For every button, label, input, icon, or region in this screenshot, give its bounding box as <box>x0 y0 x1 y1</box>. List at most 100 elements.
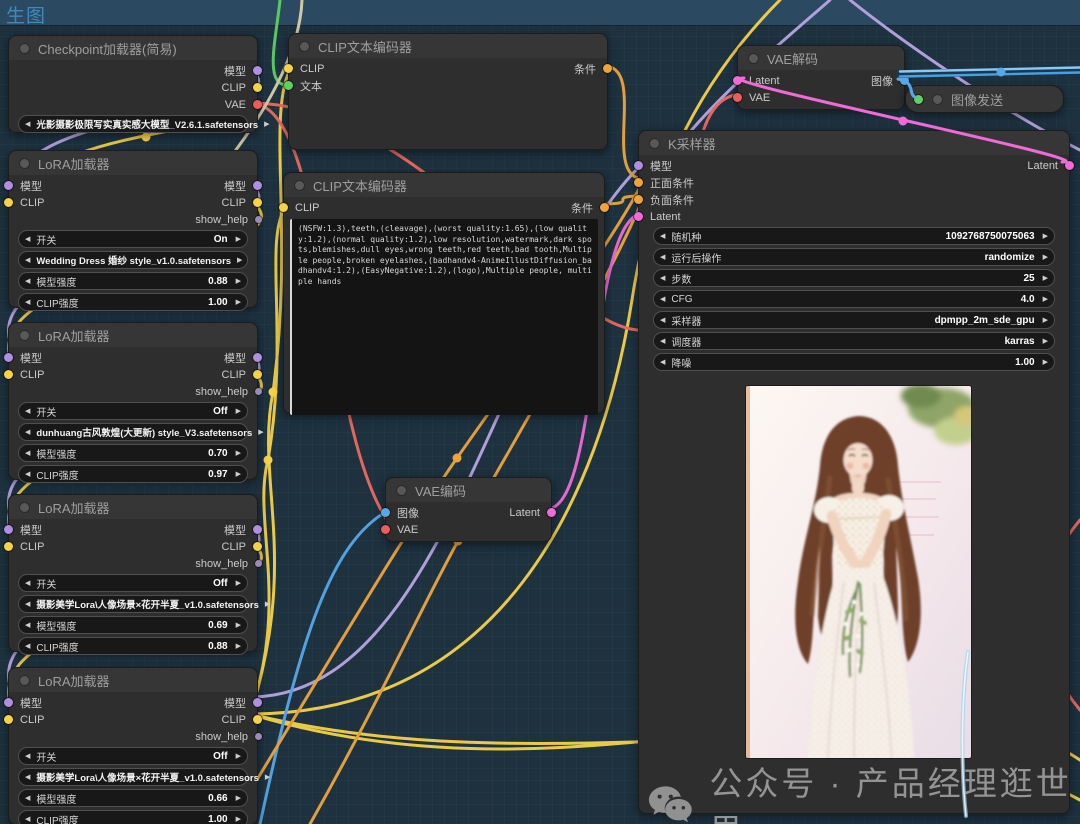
warr[interactable]: ◀ <box>19 752 36 760</box>
node-graph-canvas[interactable]: 生图 <box>0 0 1080 824</box>
模型-port[interactable] <box>253 698 262 707</box>
widget-运行后操作[interactable]: ◀运行后操作randomize▶ <box>653 248 1055 266</box>
widget-CLIP强度[interactable]: ◀CLIP强度1.00▶ <box>18 810 248 824</box>
模型-port[interactable] <box>634 161 643 170</box>
warr[interactable]: ◀ <box>19 449 36 457</box>
node-clip-text-encode-negative[interactable]: CLIP文本编码器 CLIP条件 (NSFW:1.3),teeth,(cleav… <box>283 172 605 414</box>
node-titlebar[interactable]: Checkpoint加载器(简易) <box>9 36 257 60</box>
负面条件-port[interactable] <box>634 195 643 204</box>
warr[interactable]: ◀ <box>654 253 671 261</box>
warr[interactable]: ▶ <box>259 600 276 608</box>
warr[interactable]: ▶ <box>1037 358 1054 366</box>
node-titlebar[interactable]: 图像发送 <box>906 86 1063 112</box>
widget-开关[interactable]: ◀开关Off▶ <box>18 402 248 420</box>
CLIP-port[interactable] <box>253 370 262 379</box>
warr[interactable]: ◀ <box>19 579 36 587</box>
show_help-port[interactable] <box>255 560 262 567</box>
warr[interactable]: ▶ <box>230 470 247 478</box>
widget-CFG[interactable]: ◀CFG4.0▶ <box>653 290 1055 308</box>
node-lora-loader-3[interactable]: LoRA加载器 模型模型CLIPCLIPshow_help ◀开关Off▶◀摄影… <box>8 494 258 652</box>
node-titlebar[interactable]: CLIP文本编码器 <box>289 34 607 58</box>
node-titlebar[interactable]: LoRA加载器 <box>9 495 257 519</box>
widget-开关[interactable]: ◀开关On▶ <box>18 230 248 248</box>
模型-port[interactable] <box>4 698 13 707</box>
widget-CLIP强度[interactable]: ◀CLIP强度0.97▶ <box>18 465 248 483</box>
warr[interactable]: ◀ <box>19 470 36 478</box>
warr[interactable]: ◀ <box>19 642 36 650</box>
warr[interactable]: ▶ <box>230 621 247 629</box>
CLIP-port[interactable] <box>253 715 262 724</box>
widget-随机种[interactable]: ◀随机种1092768750075063▶ <box>653 227 1055 245</box>
模型-port[interactable] <box>4 353 13 362</box>
warr[interactable]: ◀ <box>19 600 36 608</box>
warr[interactable]: ◀ <box>19 407 36 415</box>
node-titlebar[interactable]: VAE编码 <box>386 478 551 502</box>
模型-port[interactable] <box>253 353 262 362</box>
warr[interactable]: ◀ <box>19 235 36 243</box>
CLIP-port[interactable] <box>4 715 13 724</box>
warr[interactable]: ▶ <box>230 298 247 306</box>
warr[interactable]: ◀ <box>19 815 36 823</box>
collapse-dot[interactable] <box>299 41 310 52</box>
widget-combo[interactable]: ◀Wedding Dress 婚纱 style_v1.0.safetensors… <box>18 251 248 269</box>
widget-开关[interactable]: ◀开关Off▶ <box>18 747 248 765</box>
widget-模型强度[interactable]: ◀模型强度0.70▶ <box>18 444 248 462</box>
collapse-dot[interactable] <box>19 158 30 169</box>
collapse-dot[interactable] <box>649 138 660 149</box>
warr[interactable]: ◀ <box>19 428 36 436</box>
node-ksampler[interactable]: K采样器 模型Latent正面条件负面条件Latent ◀随机种10927687… <box>638 130 1070 814</box>
warr[interactable]: ▶ <box>230 407 247 415</box>
node-titlebar[interactable]: K采样器 <box>639 131 1069 155</box>
Latent-port[interactable] <box>733 76 742 85</box>
node-vae-decode[interactable]: VAE解码 Latent图像VAE <box>737 45 905 110</box>
VAE-port[interactable] <box>381 525 390 534</box>
warr[interactable]: ▶ <box>230 235 247 243</box>
warr[interactable]: ◀ <box>654 274 671 282</box>
warr[interactable]: ◀ <box>19 298 36 306</box>
widget-模型强度[interactable]: ◀模型强度0.69▶ <box>18 616 248 634</box>
Latent-port[interactable] <box>547 508 556 517</box>
CLIP-port[interactable] <box>253 83 262 92</box>
widget-combo[interactable]: ◀摄影美学Lora\人像场景×花开半夏_v1.0.safetensors▶ <box>18 768 248 786</box>
collapse-dot[interactable] <box>748 53 759 64</box>
warr[interactable]: ▶ <box>230 449 247 457</box>
widget-combo[interactable]: ◀dunhuang古风敦煌(大更新) style_V3.safetensors▶ <box>18 423 248 441</box>
collapse-dot[interactable] <box>19 330 30 341</box>
widget-步数[interactable]: ◀步数25▶ <box>653 269 1055 287</box>
模型-port[interactable] <box>4 181 13 190</box>
node-titlebar[interactable]: LoRA加载器 <box>9 323 257 347</box>
warr[interactable]: ◀ <box>654 337 671 345</box>
VAE-port[interactable] <box>253 100 262 109</box>
CLIP-port[interactable] <box>253 198 262 207</box>
node-titlebar[interactable]: LoRA加载器 <box>9 151 257 175</box>
warr[interactable]: ◀ <box>19 794 36 802</box>
widget-调度器[interactable]: ◀调度器karras▶ <box>653 332 1055 350</box>
warr[interactable]: ◀ <box>19 120 36 128</box>
widget-combo[interactable]: ◀光影摄影极限写实真实感大模型_V2.6.1.safetensors▶ <box>18 115 248 133</box>
node-vae-encode[interactable]: VAE编码 图像LatentVAE <box>385 477 552 542</box>
widget-combo[interactable]: ◀摄影美学Lora\人像场景×花开半夏_v1.0.safetensors▶ <box>18 595 248 613</box>
warr[interactable]: ▶ <box>230 752 247 760</box>
collapse-dot[interactable] <box>294 180 305 191</box>
正面条件-port[interactable] <box>634 178 643 187</box>
Latent-port[interactable] <box>634 212 643 221</box>
warr[interactable]: ▶ <box>258 120 275 128</box>
show_help-port[interactable] <box>255 733 262 740</box>
warr[interactable]: ▶ <box>1037 232 1054 240</box>
图像-port[interactable] <box>900 76 909 85</box>
widget-CLIP强度[interactable]: ◀CLIP强度1.00▶ <box>18 293 248 311</box>
模型-port[interactable] <box>253 66 262 75</box>
图像-port[interactable] <box>381 508 390 517</box>
collapse-dot[interactable] <box>19 43 30 54</box>
node-lora-loader-1[interactable]: LoRA加载器 模型模型CLIPCLIPshow_help ◀开关On▶◀Wed… <box>8 150 258 308</box>
CLIP-port[interactable] <box>284 64 293 73</box>
模型-port[interactable] <box>4 525 13 534</box>
widget-开关[interactable]: ◀开关Off▶ <box>18 574 248 592</box>
CLIP-port[interactable] <box>253 542 262 551</box>
warr[interactable]: ◀ <box>654 295 671 303</box>
widget-模型强度[interactable]: ◀模型强度0.66▶ <box>18 789 248 807</box>
warr[interactable]: ▶ <box>252 428 269 436</box>
collapse-dot[interactable] <box>19 502 30 513</box>
warr[interactable]: ▶ <box>230 642 247 650</box>
node-clip-text-encode-positive[interactable]: CLIP文本编码器 CLIP条件文本 <box>288 33 608 150</box>
